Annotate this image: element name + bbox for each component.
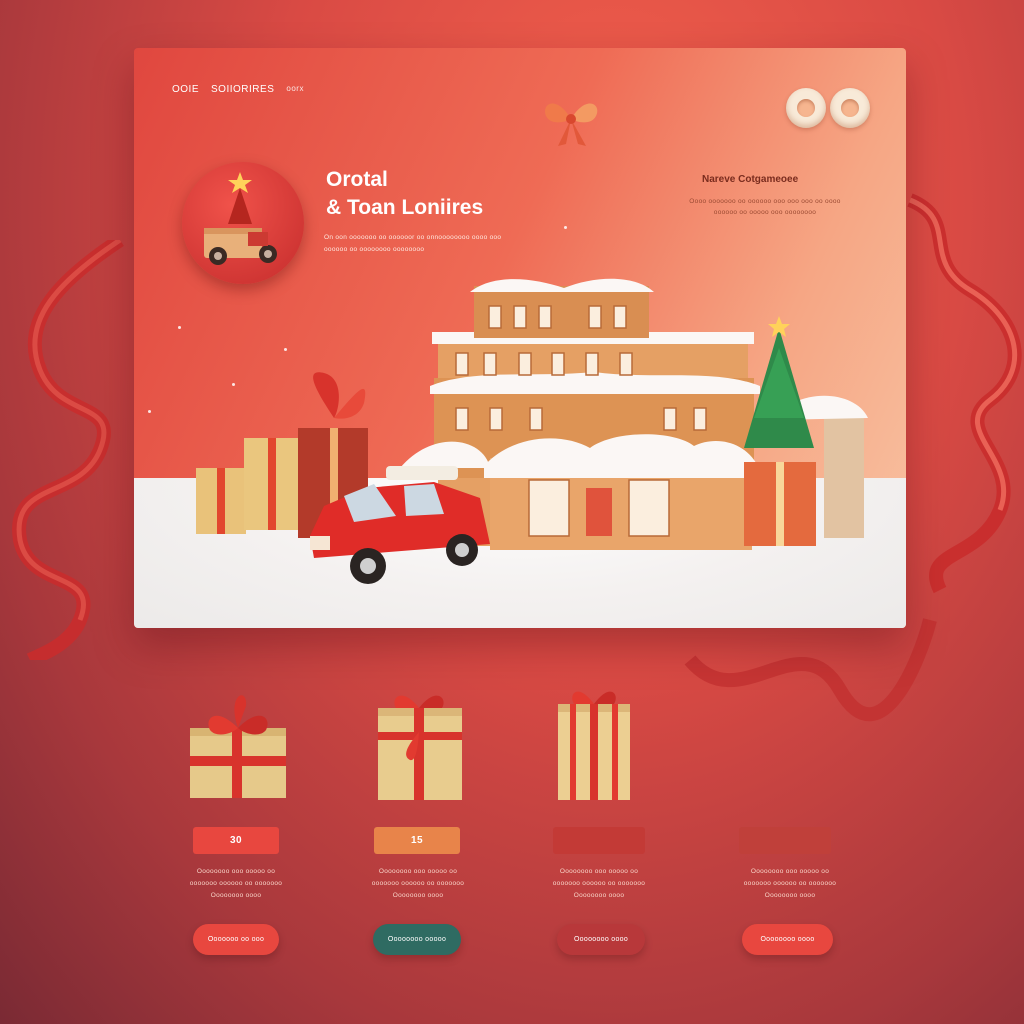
button-label: Oooooooo ooooo xyxy=(387,936,447,943)
button-label: Oooooooo oooo xyxy=(573,936,629,943)
tree-icon xyxy=(744,316,814,448)
price-value: 30 xyxy=(229,835,243,846)
desc-line: Oooooooo oooo xyxy=(210,892,262,899)
ribbon-left-decoration xyxy=(12,240,124,660)
gift-icon xyxy=(378,695,462,800)
price-tag: 30 xyxy=(193,827,279,854)
product-buy-button[interactable]: Ooooooo oo ooo xyxy=(193,924,279,955)
desc-line: Oooooooo oooo xyxy=(573,892,625,899)
desc-line: Oooooooo ooo ooooo oo xyxy=(378,868,458,875)
desc-line: ooooooo oooooo oo ooooooo xyxy=(552,880,646,887)
product-description: Oooooooo ooo ooooo oo ooooooo oooooo oo … xyxy=(366,866,470,902)
desc-line: Oooooooo ooo ooooo oo xyxy=(196,868,276,875)
desc-line: ooooooo oooooo oo ooooooo xyxy=(371,880,465,887)
christmas-village-illustration xyxy=(196,278,868,584)
desc-line: Oooooooo oooo xyxy=(764,892,816,899)
desc-line: ooooooo oooooo oo ooooooo xyxy=(189,880,283,887)
gift-icon xyxy=(190,695,286,798)
gift-icon xyxy=(558,691,630,800)
desc-line: ooooooo oooooo oo ooooooo xyxy=(743,880,837,887)
price-tag: 15 xyxy=(374,827,460,854)
product-buy-button[interactable]: Oooooooo ooooo xyxy=(373,924,461,955)
desc-line: Oooooooo ooo ooooo oo xyxy=(559,868,639,875)
product-buy-button[interactable]: Oooooooo oooo xyxy=(557,924,645,955)
hero-card: OOIE SOIIORIRES oorx Orotal & Toan Lonii… xyxy=(134,48,906,628)
price-tag xyxy=(553,827,645,854)
product-description: Oooooooo ooo ooooo oo ooooooo oooooo oo … xyxy=(184,866,288,902)
product-description: Oooooooo ooo ooooo oo ooooooo oooooo oo … xyxy=(730,866,850,902)
product-description: Oooooooo ooo ooooo oo ooooooo oooooo oo … xyxy=(546,866,652,902)
desc-line: Oooooooo oooo xyxy=(392,892,444,899)
desc-line: Oooooooo ooo ooooo oo xyxy=(750,868,830,875)
button-label: Oooooooo oooo xyxy=(760,936,815,943)
price-value: 15 xyxy=(410,835,424,846)
button-label: Ooooooo oo ooo xyxy=(207,936,265,943)
price-tag xyxy=(739,827,831,854)
product-buy-button[interactable]: Oooooooo oooo xyxy=(742,924,833,955)
